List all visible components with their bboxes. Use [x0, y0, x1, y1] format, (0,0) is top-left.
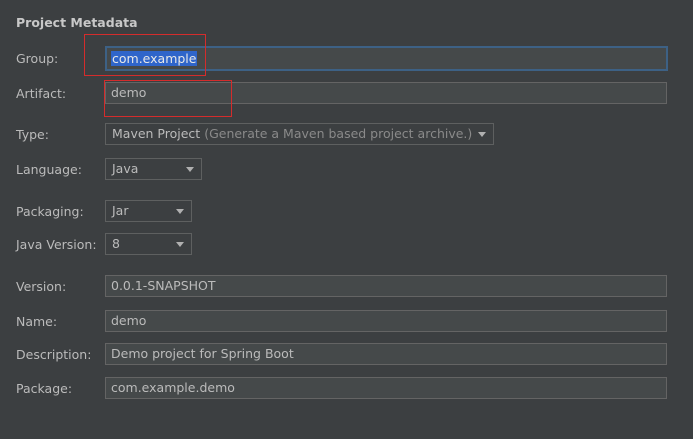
type-value: Maven Project: [112, 126, 201, 141]
java-version-label: Java Version:: [16, 237, 97, 252]
section-title: Project Metadata: [16, 15, 138, 30]
packaging-value: Jar: [112, 203, 129, 218]
java-version-value: 8: [112, 236, 120, 251]
description-label: Description:: [16, 347, 92, 362]
type-hint: (Generate a Maven based project archive.…: [204, 126, 473, 141]
version-label: Version:: [16, 279, 67, 294]
java-version-select[interactable]: 8: [105, 233, 192, 255]
name-label: Name:: [16, 314, 58, 329]
package-input[interactable]: com.example.demo: [105, 377, 667, 399]
chevron-down-icon: [186, 167, 194, 172]
chevron-down-icon: [176, 209, 184, 214]
language-value: Java: [112, 161, 139, 176]
packaging-select[interactable]: Jar: [105, 200, 192, 222]
chevron-down-icon: [478, 132, 486, 137]
version-input[interactable]: 0.0.1-SNAPSHOT: [105, 275, 667, 297]
packaging-label: Packaging:: [16, 204, 84, 219]
type-label: Type:: [16, 127, 49, 142]
description-value: Demo project for Spring Boot: [111, 346, 294, 361]
name-input[interactable]: demo: [105, 310, 667, 332]
annotation-box-artifact: [104, 80, 232, 117]
description-input[interactable]: Demo project for Spring Boot: [105, 343, 667, 365]
name-value: demo: [111, 313, 147, 328]
language-label: Language:: [16, 162, 82, 177]
group-label: Group:: [16, 51, 59, 66]
artifact-label: Artifact:: [16, 86, 67, 101]
language-select[interactable]: Java: [105, 158, 202, 180]
package-value: com.example.demo: [111, 380, 235, 395]
package-label: Package:: [16, 381, 73, 396]
version-value: 0.0.1-SNAPSHOT: [111, 278, 216, 293]
annotation-box-group: [84, 34, 206, 76]
type-select[interactable]: Maven Project (Generate a Maven based pr…: [105, 123, 494, 145]
chevron-down-icon: [176, 242, 184, 247]
